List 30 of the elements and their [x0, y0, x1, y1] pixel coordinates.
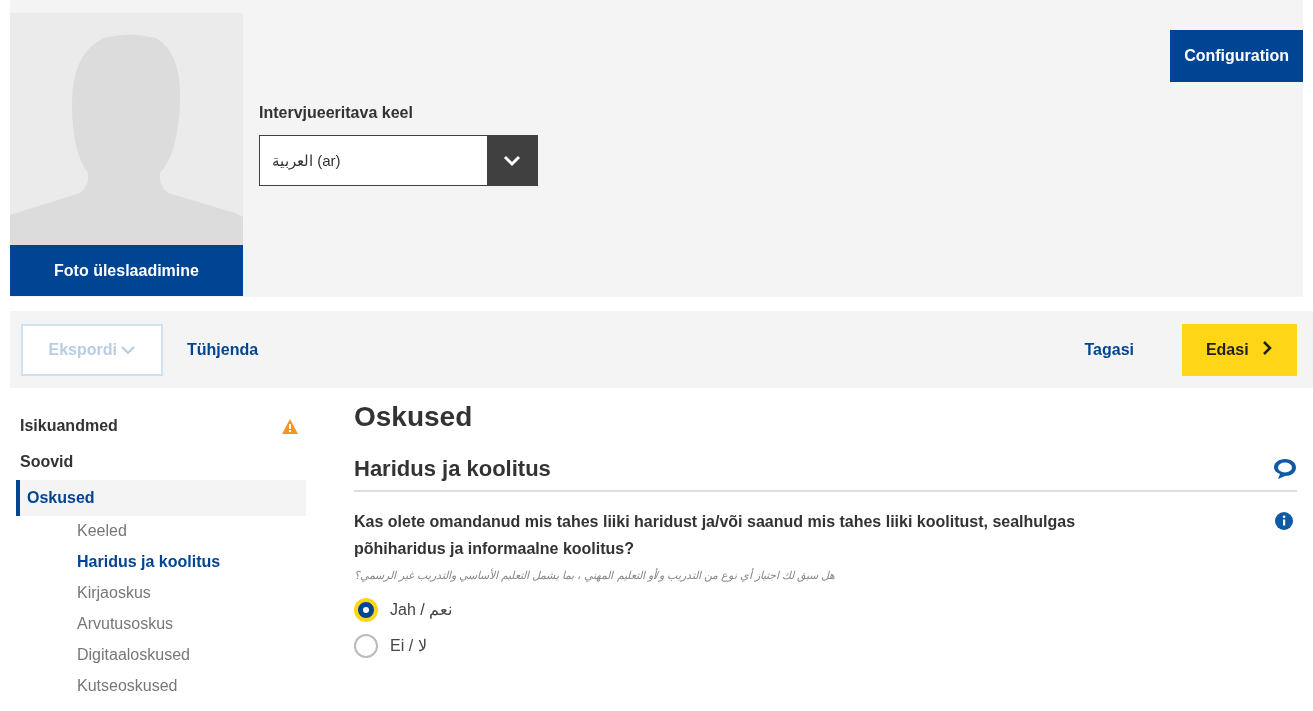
question-translation: هل سبق لك اجتياز أي نوع من التدريب و/أو التعليم المهني ، بما يشمل التعليم الأساسي والتدريب غير الرسمي؟ — [354, 567, 836, 584]
comment-icon[interactable] — [1273, 457, 1297, 480]
radio-label: Ei / لا — [390, 636, 427, 657]
section-title: Haridus ja koolitus — [354, 455, 551, 482]
page-title: Oskused — [354, 400, 474, 434]
info-icon[interactable] — [1275, 512, 1293, 530]
sidebar-subitem[interactable]: Keeled — [16, 516, 306, 547]
radio-label: Jah / نعم — [390, 600, 453, 621]
next-button[interactable]: Edasi — [1182, 323, 1297, 376]
clear-link[interactable]: Tühjenda — [187, 337, 259, 362]
sidebar-item[interactable]: Soovid — [16, 444, 306, 480]
sidebar-subitem[interactable]: Kirjaoskus — [16, 578, 306, 609]
sidebar-item[interactable]: Oskused — [16, 480, 306, 516]
warning-icon — [282, 418, 298, 434]
chevron-down-icon — [503, 154, 521, 167]
field-label: Intervjueeritava keel — [259, 103, 414, 123]
question-text: Kas olete omandanud mis tahes liiki haridust ja/või saanud mis tahes liiki koolitust, sealhulgas põhiharidus ja informaalne koolitus? — [354, 512, 1077, 560]
chevron-right-icon — [1261, 339, 1274, 356]
radio-button[interactable] — [354, 634, 378, 659]
sidebar-subitem[interactable]: Arvutusoskus — [16, 609, 306, 640]
chevron-down-icon — [121, 345, 136, 356]
sidebar-item[interactable]: Isikuandmed — [16, 408, 306, 444]
back-link[interactable]: Tagasi — [1084, 337, 1134, 362]
configuration-button[interactable]: Configuration — [1170, 30, 1303, 82]
radio-button[interactable] — [354, 598, 378, 623]
sidebar-subitem[interactable]: Digitaaloskused — [16, 640, 306, 671]
language-select[interactable]: العربية (ar) — [259, 135, 538, 186]
sidebar-subitem[interactable]: Kutseoskused — [16, 671, 306, 702]
sidebar-subitem[interactable]: Haridus ja koolitus — [16, 547, 306, 578]
upload-photo-button[interactable]: Foto üleslaadimine — [10, 245, 243, 296]
